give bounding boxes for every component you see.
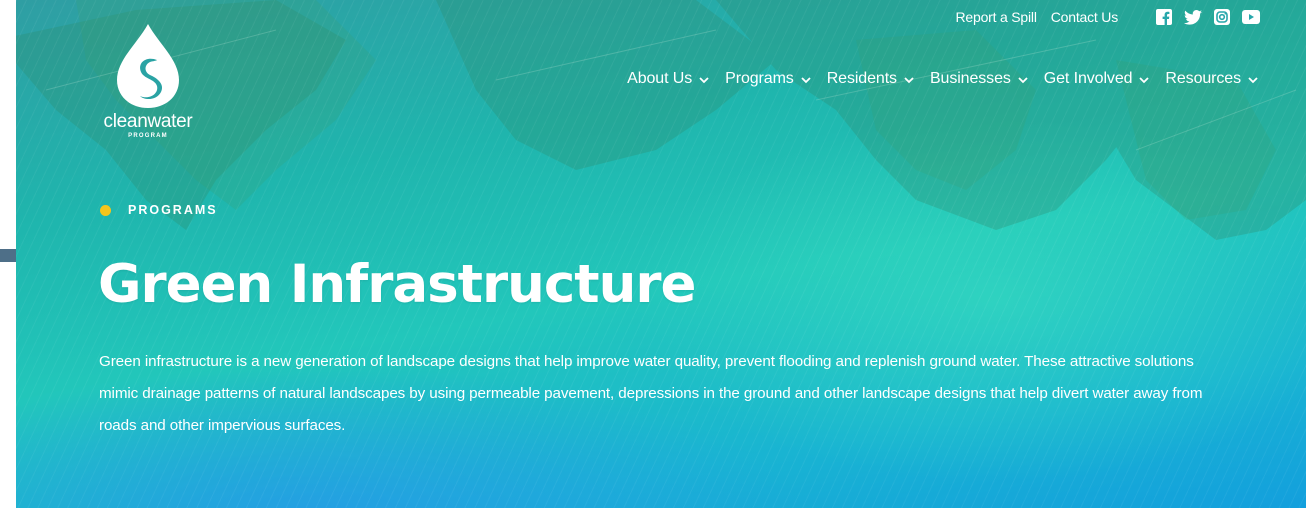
utility-bar: Report a Spill Contact Us: [942, 9, 1260, 25]
nav-about-us[interactable]: About Us: [627, 70, 709, 88]
chevron-down-icon: [1018, 76, 1028, 84]
instagram-icon[interactable]: [1214, 9, 1230, 25]
cleanwater-logo[interactable]: cleanwater PROGRAM: [92, 22, 204, 146]
youtube-icon[interactable]: [1242, 10, 1260, 24]
chevron-down-icon: [801, 76, 811, 84]
chevron-down-icon: [1248, 76, 1258, 84]
accent-dot: [100, 204, 111, 216]
left-edge-bar: [0, 249, 16, 262]
page-title: Green Infrastructure: [98, 254, 696, 315]
chevron-down-icon: [904, 76, 914, 84]
nav-businesses[interactable]: Businesses: [930, 70, 1028, 88]
logo-wordmark: cleanwater: [103, 111, 193, 132]
social-links: [1144, 9, 1260, 25]
nav-label: About Us: [627, 70, 693, 87]
logo-subtitle: PROGRAM: [128, 133, 168, 139]
nav-programs[interactable]: Programs: [725, 70, 811, 88]
main-nav: About Us Programs Residents Businesses G…: [611, 70, 1258, 88]
chevron-down-icon: [699, 76, 709, 84]
report-spill-link[interactable]: Report a Spill: [956, 9, 1037, 25]
nav-resources[interactable]: Resources: [1165, 70, 1258, 88]
nav-get-involved[interactable]: Get Involved: [1044, 70, 1150, 88]
page-description: Green infrastructure is a new generation…: [99, 353, 1203, 434]
facebook-icon[interactable]: [1156, 9, 1172, 25]
nav-label: Resources: [1165, 70, 1241, 87]
nav-label: Programs: [725, 70, 794, 87]
contact-us-link[interactable]: Contact Us: [1051, 9, 1118, 25]
twitter-icon[interactable]: [1184, 9, 1202, 25]
hero-section: cleanwater PROGRAM Report a Spill Contac…: [16, 0, 1306, 508]
nav-label: Businesses: [929, 70, 1011, 87]
nav-residents[interactable]: Residents: [827, 70, 914, 88]
chevron-down-icon: [1139, 76, 1150, 84]
nav-label: Get Involved: [1043, 70, 1133, 87]
nav-label: Residents: [826, 70, 897, 87]
water-drop-icon: [117, 24, 179, 108]
section-label: PROGRAMS: [128, 203, 218, 217]
breadcrumb: PROGRAMS: [100, 203, 218, 217]
